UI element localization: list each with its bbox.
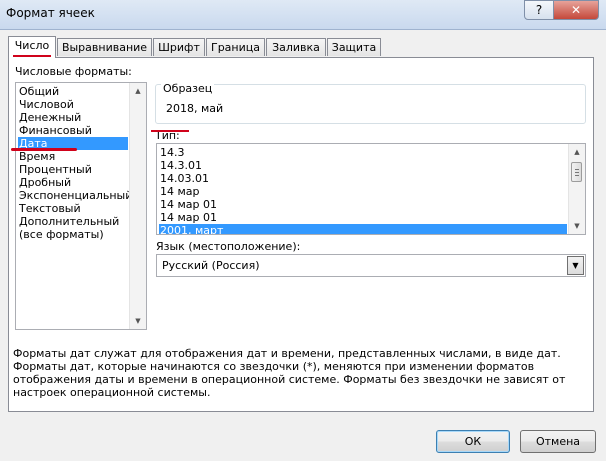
number-formats-label: Числовые форматы: (15, 65, 132, 78)
type-item[interactable]: 14 мар 01 (159, 198, 567, 211)
format-item-text[interactable]: Текстовый (18, 202, 128, 215)
type-item[interactable]: 14 мар (159, 185, 567, 198)
sample-value: 2018, май (166, 102, 224, 115)
chevron-down-icon: ▼ (572, 261, 579, 270)
format-item-currency[interactable]: Денежный (18, 111, 128, 124)
grip-line (575, 172, 579, 173)
format-item-general[interactable]: Общий (18, 85, 128, 98)
type-scrollbar[interactable]: ▲ ▼ (568, 144, 585, 234)
type-item[interactable]: 14 мар 01 (159, 211, 567, 224)
type-item[interactable]: 14.3 (159, 146, 567, 159)
format-item-percentage[interactable]: Процентный (18, 163, 128, 176)
tab-label: Число (14, 39, 50, 52)
window-title: Формат ячеек (6, 6, 95, 20)
tab-panel-number: Числовые форматы: Общий Числовой Денежны… (8, 57, 594, 412)
help-button[interactable]: ? (524, 0, 554, 20)
red-underline-annotation (151, 130, 189, 132)
tab-fill[interactable]: Заливка (266, 38, 326, 56)
close-icon: ✕ (570, 3, 582, 17)
ok-button[interactable]: ОК (436, 430, 510, 453)
tab-label: Граница (210, 41, 260, 54)
sample-label: Образец (161, 82, 215, 95)
help-icon: ? (535, 3, 543, 17)
grip-line (575, 169, 579, 170)
type-item[interactable]: 2001, март (159, 224, 567, 234)
scroll-down-icon[interactable]: ▼ (569, 218, 585, 234)
red-underline-annotation (11, 148, 77, 151)
number-formats-list[interactable]: Общий Числовой Денежный Финансовый Дата … (15, 82, 147, 330)
tab-border[interactable]: Граница (206, 38, 265, 56)
format-item-special[interactable]: Дополнительный (18, 215, 128, 228)
tab-number[interactable]: Число (8, 36, 56, 58)
cancel-button[interactable]: Отмена (520, 430, 596, 453)
tab-label: Выравнивание (61, 41, 148, 54)
tab-label: Шрифт (158, 41, 200, 54)
close-button[interactable]: ✕ (553, 0, 599, 20)
tab-label: Заливка (272, 41, 320, 54)
format-item-time[interactable]: Время (18, 150, 128, 163)
formats-scrollbar[interactable]: ▲ ▼ (129, 83, 146, 329)
scroll-thumb[interactable] (571, 162, 582, 182)
scroll-up-icon[interactable]: ▲ (130, 83, 146, 99)
format-item-custom[interactable]: (все форматы) (18, 228, 128, 241)
format-item-fraction[interactable]: Дробный (18, 176, 128, 189)
type-list[interactable]: 14.3 14.3.01 14.03.01 14 мар 14 мар 01 1… (156, 143, 586, 235)
type-item[interactable]: 14.03.01 (159, 172, 567, 185)
tab-font[interactable]: Шрифт (153, 38, 205, 56)
tab-protection[interactable]: Защита (327, 38, 381, 56)
scroll-down-icon[interactable]: ▼ (130, 313, 146, 329)
format-item-number[interactable]: Числовой (18, 98, 128, 111)
type-item[interactable]: 14.3.01 (159, 159, 567, 172)
grip-line (575, 175, 579, 176)
format-item-scientific[interactable]: Экспоненциальный (18, 189, 132, 202)
locale-select[interactable]: Русский (Россия) ▼ (156, 254, 586, 277)
format-description: Форматы дат служат для отображения дат и… (13, 347, 566, 399)
tab-label: Защита (331, 41, 377, 54)
red-underline-annotation (13, 55, 51, 57)
scroll-up-icon[interactable]: ▲ (569, 144, 585, 160)
title-bar: Формат ячеек ? ✕ (0, 0, 606, 30)
tab-alignment[interactable]: Выравнивание (57, 38, 152, 56)
format-item-accounting[interactable]: Финансовый (18, 124, 128, 137)
dropdown-button[interactable]: ▼ (567, 256, 584, 275)
locale-label: Язык (местоположение): (156, 240, 301, 253)
locale-value: Русский (Россия) (162, 259, 260, 272)
